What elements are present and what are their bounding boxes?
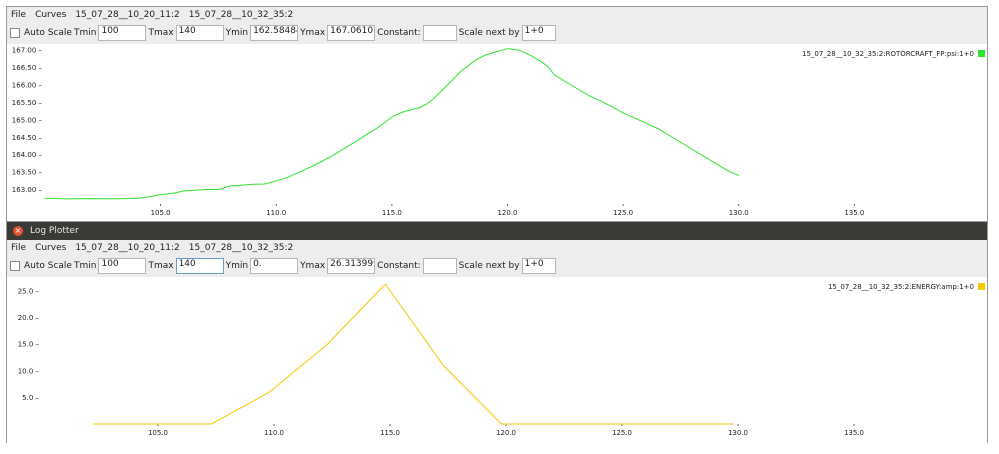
plot-window-psi: File Curves 15_07_28__10_20_11:2 15_07_2…	[6, 6, 988, 223]
y-tick-label: 25.0 –	[18, 287, 40, 295]
tmin-label: Tmin	[73, 261, 97, 271]
menu-file[interactable]: File	[11, 10, 26, 20]
y-tick-label: 164.50 –	[12, 134, 43, 142]
tmax-label: Tmax	[148, 261, 174, 271]
x-tick-label: 115.0	[380, 429, 400, 437]
tmax-input[interactable]: 140	[175, 258, 224, 274]
autoscale-label: Auto Scale	[24, 28, 72, 38]
constant-input[interactable]	[422, 25, 457, 41]
x-tick-label: 105.0	[151, 209, 171, 217]
constant-label: Constant:	[377, 28, 421, 38]
ymin-input[interactable]: 162.58484	[250, 25, 299, 41]
ymin-label: Ymin	[225, 261, 249, 271]
ymax-input[interactable]: 26.313999	[327, 258, 376, 274]
x-tick-label: 135.0	[844, 429, 864, 437]
tmax-input[interactable]: 140	[175, 25, 224, 41]
y-tick-label: 15.0 –	[18, 341, 40, 349]
menu-file[interactable]: File	[11, 243, 26, 253]
constant-input[interactable]	[422, 258, 457, 274]
x-tick-label: 120.0	[497, 209, 517, 217]
x-tick-label: 110.0	[264, 429, 284, 437]
psi-chart: 163.00 – 163.50 – 164.00 – 164.50 – 165.00 –…	[12, 47, 985, 217]
x-tick-label: 130.0	[729, 209, 749, 217]
y-tick-label: 166.50 –	[12, 64, 43, 72]
x-tick-label: 135.0	[844, 209, 864, 217]
menu-bar: File Curves 15_07_28__10_20_11:2 15_07_2…	[7, 240, 987, 255]
series-line	[93, 283, 734, 425]
y-tick-label: 163.00 –	[12, 186, 43, 194]
plot-area[interactable]: 163.00 – 163.50 – 164.00 – 164.50 – 165.00 –…	[7, 44, 987, 223]
close-icon[interactable]: ×	[13, 226, 23, 236]
window-title: Log Plotter	[30, 226, 79, 236]
energy-chart: 5.0 – 10.0 – 15.0 – 20.0 – 25.0 – 105.0 110.0 1…	[18, 283, 985, 437]
y-tick-label: 164.00 –	[12, 151, 43, 159]
y-tick-label: 20.0 –	[18, 314, 40, 322]
y-tick-label: 163.50 –	[12, 169, 43, 177]
autoscale-checkbox[interactable]	[10, 261, 20, 271]
toolbar: Auto Scale Tmin 100 Tmax 140 Ymin 0. Yma…	[7, 255, 987, 277]
ymin-input[interactable]: 0.	[250, 258, 299, 274]
menu-source-1[interactable]: 15_07_28__10_20_11:2	[75, 10, 179, 20]
plot-window-energy: × Log Plotter File Curves 15_07_28__10_2…	[6, 221, 988, 444]
tmin-label: Tmin	[73, 28, 97, 38]
ymax-input[interactable]: 167.06107	[327, 25, 376, 41]
y-tick-label: 167.00 –	[12, 47, 43, 55]
ymax-label: Ymax	[300, 28, 326, 38]
tmin-input[interactable]: 100	[98, 25, 147, 41]
autoscale-label: Auto Scale	[24, 261, 72, 271]
autoscale-checkbox[interactable]	[10, 28, 20, 38]
ymax-label: Ymax	[300, 261, 326, 271]
toolbar: Auto Scale Tmin 100 Tmax 140 Ymin 162.58…	[7, 22, 987, 44]
y-tick-label: 10.0 –	[18, 367, 40, 375]
menu-source-1[interactable]: 15_07_28__10_20_11:2	[75, 243, 179, 253]
x-tick-label: 105.0	[148, 429, 168, 437]
menu-bar: File Curves 15_07_28__10_20_11:2 15_07_2…	[7, 7, 987, 22]
y-tick-label: 165.50 –	[12, 99, 43, 107]
menu-source-2[interactable]: 15_07_28__10_32_35:2	[189, 243, 293, 253]
ymin-label: Ymin	[225, 28, 249, 38]
title-bar: × Log Plotter	[7, 222, 987, 240]
scale-input[interactable]: 1+0	[521, 258, 556, 274]
x-tick-label: 125.0	[613, 209, 633, 217]
tmax-label: Tmax	[148, 28, 174, 38]
scale-input[interactable]: 1+0	[521, 25, 556, 41]
legend-swatch	[978, 50, 985, 57]
x-tick-label: 125.0	[612, 429, 632, 437]
plot-area[interactable]: 5.0 – 10.0 – 15.0 – 20.0 – 25.0 – 105.0 110.0 1…	[7, 277, 987, 444]
y-tick-label: 5.0 –	[22, 394, 39, 402]
x-tick-label: 110.0	[266, 209, 286, 217]
constant-label: Constant:	[377, 261, 421, 271]
legend-label: 15_07_28__10_32_35:2:ENERGY:amp:1+0	[828, 283, 974, 291]
y-tick-label: 165.00 –	[12, 116, 43, 124]
scale-label: Scale next by	[458, 261, 520, 271]
scale-label: Scale next by	[458, 28, 520, 38]
menu-curves[interactable]: Curves	[35, 10, 66, 20]
x-tick-label: 115.0	[382, 209, 402, 217]
menu-curves[interactable]: Curves	[35, 243, 66, 253]
x-tick-label: 120.0	[496, 429, 516, 437]
legend-swatch	[978, 283, 985, 290]
tmin-input[interactable]: 100	[98, 258, 147, 274]
legend-label: 15_07_28__10_32_35:2:ROTORCRAFT_FP:psi:1…	[802, 50, 974, 58]
y-tick-label: 166.00 –	[12, 81, 43, 89]
series-line	[44, 48, 740, 200]
menu-source-2[interactable]: 15_07_28__10_32_35:2	[189, 10, 293, 20]
x-tick-label: 130.0	[728, 429, 748, 437]
